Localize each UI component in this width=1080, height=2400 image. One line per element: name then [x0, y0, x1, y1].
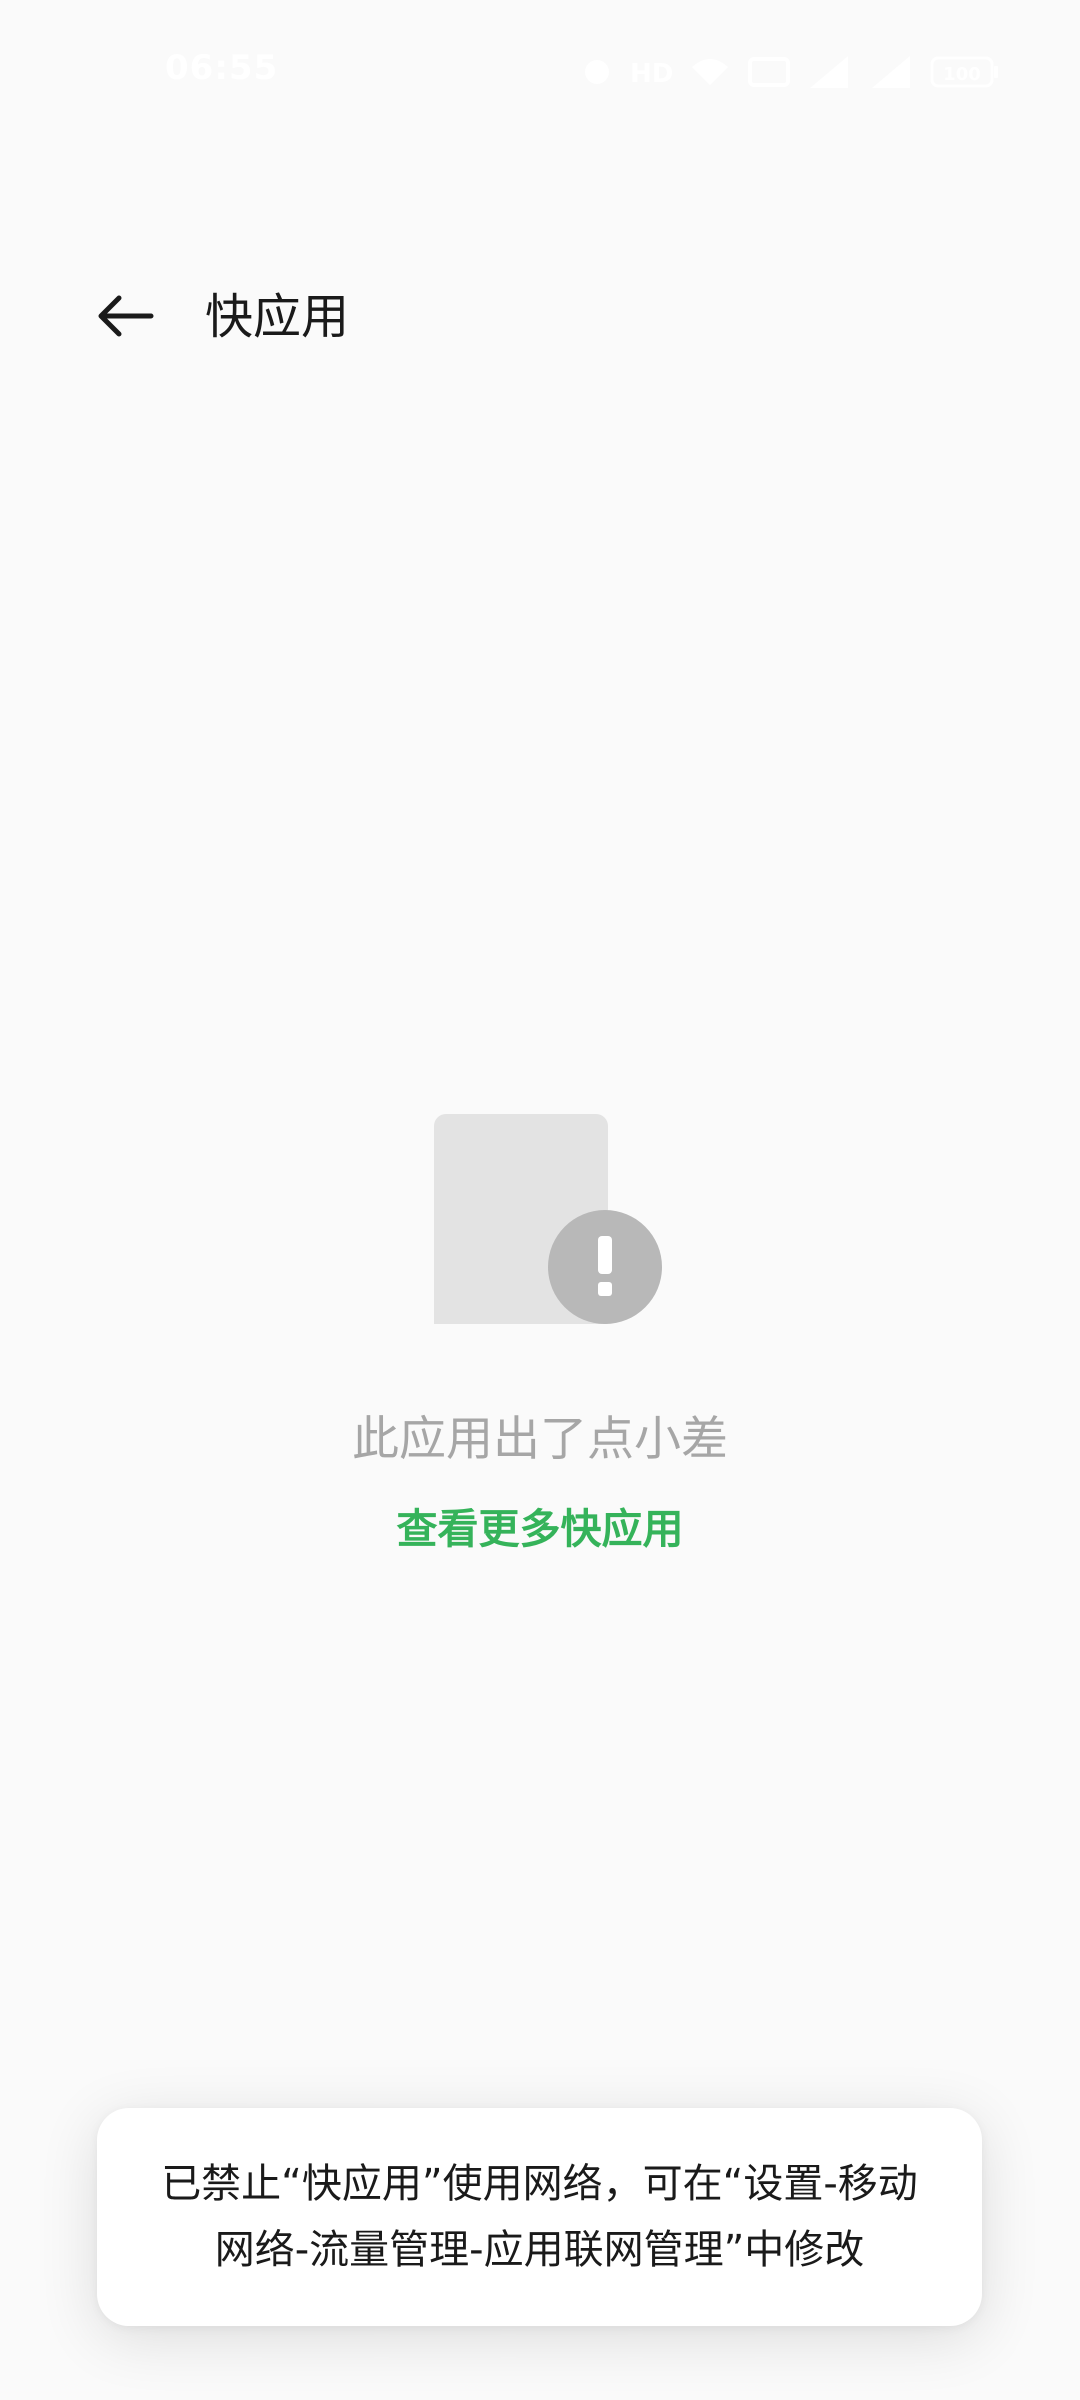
battery-level: 100 — [943, 64, 981, 85]
error-message: 此应用出了点小差 — [352, 1412, 728, 1467]
toast-text-line-2: 网络-流量管理-应用联网管理”中修改 — [214, 2227, 865, 2273]
status-time: 06:55 — [165, 48, 279, 88]
hd-icon: HD — [628, 52, 672, 92]
page-title: 快应用 — [205, 289, 350, 345]
signal-icon — [868, 54, 914, 90]
alert-icon — [548, 1210, 662, 1324]
status-bar: 06:55 HD 100 — [0, 0, 1080, 140]
signal-icon — [806, 54, 852, 90]
wifi-icon — [688, 55, 732, 89]
status-icons: HD 100 — [582, 52, 1000, 92]
back-arrow-icon — [95, 293, 155, 343]
battery-icon: 100 — [930, 55, 1000, 89]
view-more-quick-apps-link[interactable]: 查看更多快应用 — [0, 1495, 1080, 1555]
alarm-icon — [582, 57, 612, 87]
app-header: 快应用 — [0, 250, 1080, 385]
document-alert-icon — [432, 1110, 668, 1328]
network-disabled-toast: 已禁止“快应用”使用网络，可在“设置-移动 网络-流量管理-应用联网管理”中修改 — [97, 2108, 982, 2326]
svg-text:HD: HD — [630, 59, 672, 89]
nfc-icon — [748, 55, 790, 89]
toast-text-line-1: 已禁止“快应用”使用网络，可在“设置-移动 — [161, 2161, 918, 2207]
back-button[interactable] — [80, 280, 170, 355]
